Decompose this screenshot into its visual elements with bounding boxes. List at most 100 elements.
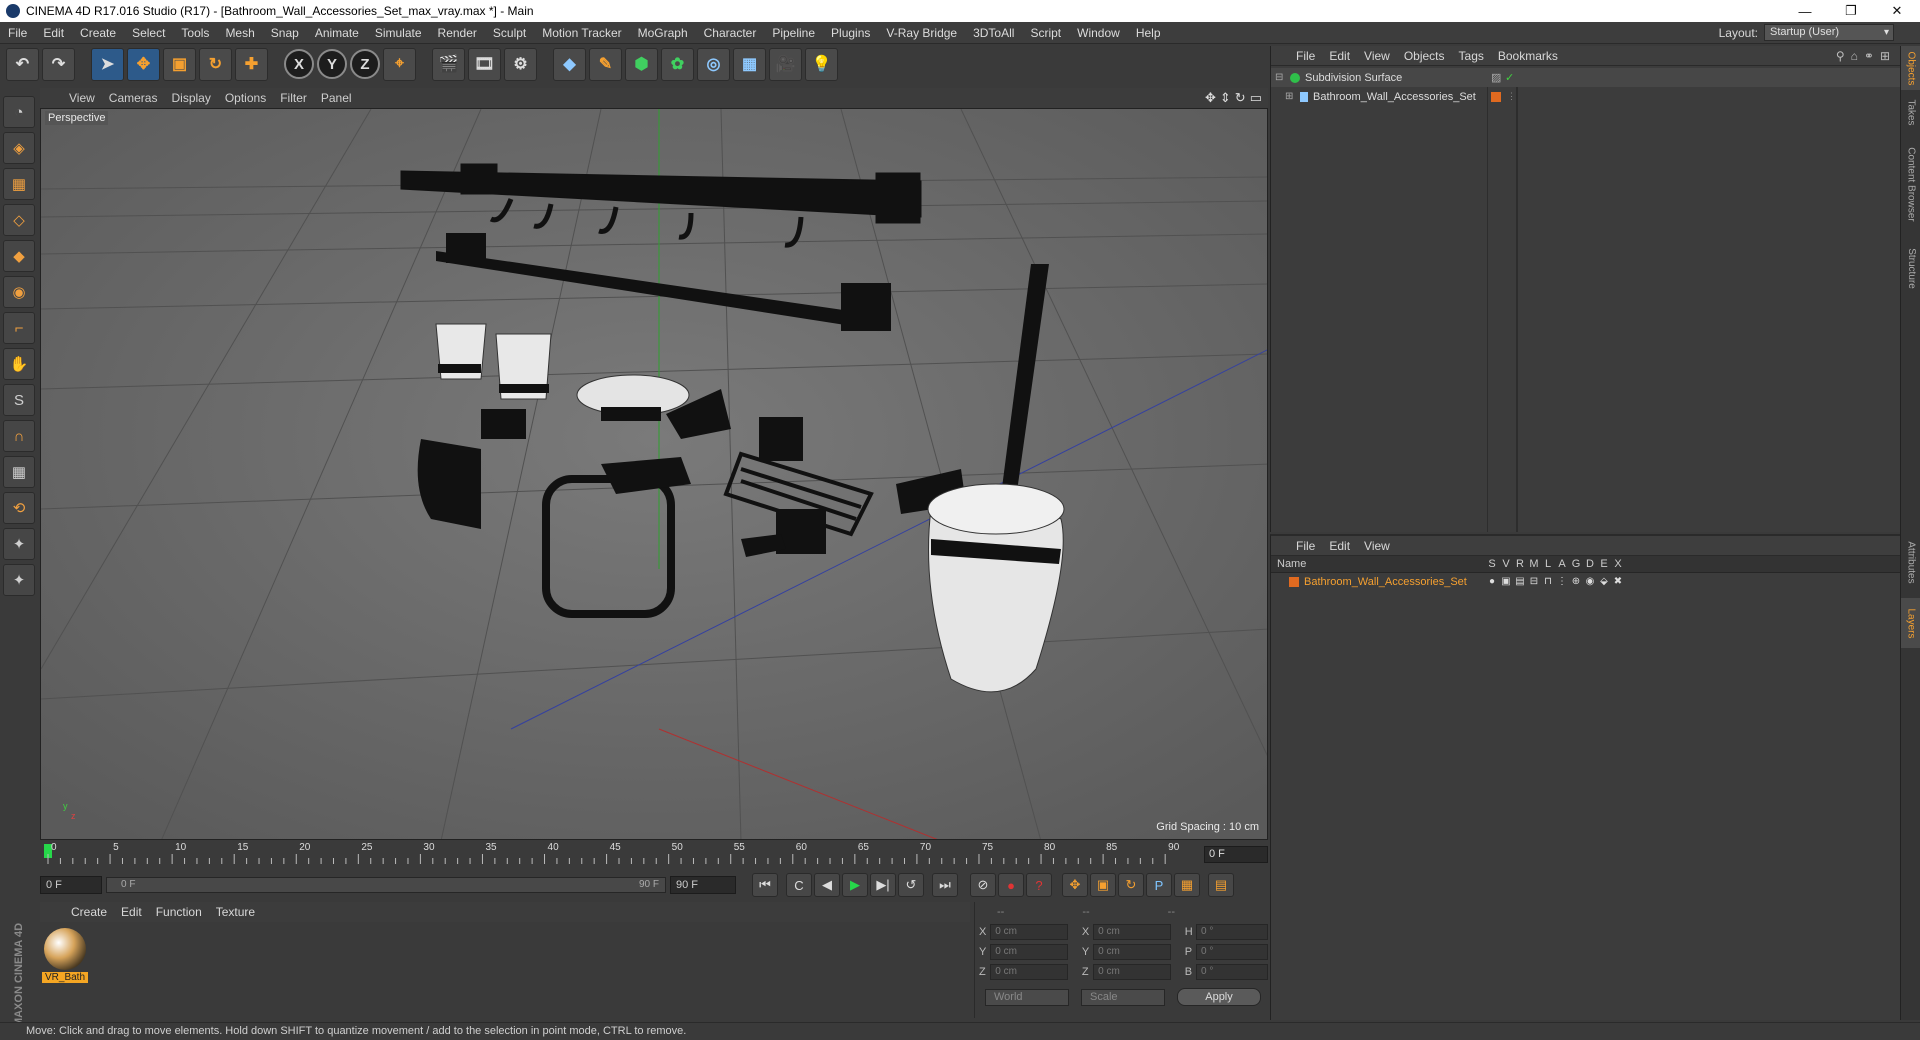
- menu-plugins[interactable]: Plugins: [823, 26, 878, 40]
- undo-icon[interactable]: ↶: [6, 47, 39, 81]
- render-settings-icon[interactable]: ⚙: [504, 47, 537, 81]
- xref-icon[interactable]: ✖: [1611, 576, 1625, 587]
- make-editable-icon[interactable]: ◔: [3, 96, 35, 128]
- goto-start-icon[interactable]: ⏮: [752, 873, 778, 897]
- obj-menu-edit[interactable]: Edit: [1322, 49, 1357, 63]
- texture-mode-icon[interactable]: ▦: [3, 168, 35, 200]
- viewport-menu-options[interactable]: Options: [218, 91, 273, 105]
- generator-icon[interactable]: ⊕: [1569, 576, 1583, 587]
- layer-tag-icon[interactable]: ▨: [1491, 71, 1501, 84]
- expand-icon[interactable]: ⊞: [1880, 49, 1890, 63]
- current-frame-field[interactable]: 0 F: [1204, 846, 1268, 863]
- material-menu-function[interactable]: Function: [149, 905, 209, 919]
- zoom-icon[interactable]: ⇕: [1220, 90, 1231, 106]
- layer-color-icon[interactable]: [1491, 91, 1501, 102]
- menu-sculpt[interactable]: Sculpt: [485, 26, 534, 40]
- record-keys-icon[interactable]: ●: [998, 873, 1024, 897]
- viewport-camera-label[interactable]: Perspective: [45, 111, 109, 125]
- solo-icon[interactable]: ●: [1485, 576, 1499, 587]
- rotation-p-field[interactable]: 0 °: [1196, 944, 1268, 960]
- position-y-field[interactable]: 0 cm: [990, 944, 1068, 960]
- viewport-menu-filter[interactable]: Filter: [273, 91, 314, 105]
- floor-icon[interactable]: ▦: [733, 47, 766, 81]
- render-view-icon[interactable]: 🎬: [432, 47, 465, 81]
- polygons-mode-icon[interactable]: ⌐: [3, 312, 35, 344]
- menu-mesh[interactable]: Mesh: [217, 26, 262, 40]
- redo-icon[interactable]: ↷: [42, 47, 75, 81]
- menu-simulate[interactable]: Simulate: [367, 26, 430, 40]
- size-x-field[interactable]: 0 cm: [1093, 924, 1171, 940]
- autokey-icon[interactable]: ?: [1026, 873, 1052, 897]
- model-mode-icon[interactable]: ◈: [3, 132, 35, 164]
- menu-script[interactable]: Script: [1022, 26, 1069, 40]
- key-position-icon[interactable]: ✥: [1062, 873, 1088, 897]
- prev-frame-icon[interactable]: ◀: [814, 873, 840, 897]
- key-rotation-icon[interactable]: ↻: [1118, 873, 1144, 897]
- mograph-icon[interactable]: ✿: [661, 47, 694, 81]
- menu-vray-bridge[interactable]: V-Ray Bridge: [878, 26, 965, 40]
- size-y-field[interactable]: 0 cm: [1093, 944, 1171, 960]
- restore-button[interactable]: ❐: [1828, 0, 1874, 22]
- expand-icon[interactable]: ⊞: [1285, 91, 1295, 102]
- menu-create[interactable]: Create: [72, 26, 124, 40]
- pen-icon[interactable]: ✎: [589, 47, 622, 81]
- obj-menu-bookmarks[interactable]: Bookmarks: [1491, 49, 1565, 63]
- tab-structure[interactable]: Structure: [1901, 236, 1920, 300]
- position-z-field[interactable]: 0 cm: [990, 964, 1068, 980]
- points-mode-icon[interactable]: ◆: [3, 240, 35, 272]
- end-frame-field[interactable]: 90 F: [670, 876, 736, 894]
- magnet-icon[interactable]: ∩: [3, 420, 35, 452]
- subdivision-icon[interactable]: ⬢: [625, 47, 658, 81]
- size-z-field[interactable]: 0 cm: [1093, 964, 1171, 980]
- workplane-lock-icon[interactable]: ▦: [3, 456, 35, 488]
- close-button[interactable]: ✕: [1874, 0, 1920, 22]
- expression-icon[interactable]: ⬙: [1597, 576, 1611, 587]
- search-icon[interactable]: ⚲: [1836, 49, 1845, 63]
- viewport-menu-panel[interactable]: Panel: [314, 91, 359, 105]
- menu-character[interactable]: Character: [696, 26, 765, 40]
- key-scale-icon[interactable]: ▣: [1090, 873, 1116, 897]
- menu-3dtoall[interactable]: 3DToAll: [965, 26, 1022, 40]
- render-icon[interactable]: ▤: [1513, 576, 1527, 587]
- menu-motion-tracker[interactable]: Motion Tracker: [534, 26, 629, 40]
- menu-render[interactable]: Render: [430, 26, 485, 40]
- next-frame-icon[interactable]: ▶|: [870, 873, 896, 897]
- y-axis-icon[interactable]: Y: [317, 49, 347, 79]
- add-tool-icon[interactable]: ✚: [235, 47, 268, 81]
- goto-end-icon[interactable]: ⏭: [932, 873, 958, 897]
- menu-select[interactable]: Select: [124, 26, 173, 40]
- apply-button[interactable]: Apply: [1177, 988, 1261, 1006]
- edges-mode-icon[interactable]: ◉: [3, 276, 35, 308]
- timeline-ruler[interactable]: 0 5 10 15 20 25 30 35 40 45 50 55 60 65 70 75 80 85 90 0 F: [40, 842, 1268, 868]
- tab-takes[interactable]: Takes: [1901, 92, 1920, 132]
- frame-range-slider[interactable]: 0 F 90 F: [106, 877, 666, 893]
- viewport-menu-display[interactable]: Display: [164, 91, 217, 105]
- z-axis-icon[interactable]: Z: [350, 49, 380, 79]
- tab-objects[interactable]: Objects: [1901, 46, 1920, 90]
- obj-menu-file[interactable]: File: [1289, 49, 1322, 63]
- deformer-icon[interactable]: ◉: [1583, 576, 1597, 587]
- key-pla-icon[interactable]: ▦: [1174, 873, 1200, 897]
- prev-key-icon[interactable]: C: [786, 873, 812, 897]
- move-tool-icon[interactable]: ✥: [127, 47, 160, 81]
- layout-dropdown[interactable]: Startup (User): [1764, 24, 1894, 41]
- material-menu-create[interactable]: Create: [64, 905, 114, 919]
- python-script-icon[interactable]: ✦: [3, 564, 35, 596]
- 3d-viewport[interactable]: Perspective Grid Spacing : 10 cm y z: [40, 108, 1268, 840]
- tab-layers[interactable]: Layers: [1901, 598, 1920, 648]
- link-icon[interactable]: ⚭: [1864, 49, 1874, 63]
- menu-snap[interactable]: Snap: [263, 26, 307, 40]
- start-frame-field[interactable]: 0 F: [40, 876, 102, 894]
- lock-icon[interactable]: ⊓: [1541, 576, 1555, 587]
- render-picture-viewer-icon[interactable]: 🎞: [468, 47, 501, 81]
- viewport-menu-cameras[interactable]: Cameras: [102, 91, 165, 105]
- rotation-h-field[interactable]: 0 °: [1196, 924, 1268, 940]
- home-icon[interactable]: ⌂: [1851, 49, 1858, 63]
- layer-color-swatch[interactable]: [1289, 576, 1299, 587]
- deformer-icon[interactable]: ◎: [697, 47, 730, 81]
- scale-tool-icon[interactable]: ▣: [163, 47, 196, 81]
- coordinate-space-dropdown[interactable]: World: [985, 988, 1069, 1006]
- material-menu-edit[interactable]: Edit: [114, 905, 149, 919]
- locked-workplane-icon[interactable]: ⟲: [3, 492, 35, 524]
- maximize-view-icon[interactable]: ▭: [1250, 90, 1262, 106]
